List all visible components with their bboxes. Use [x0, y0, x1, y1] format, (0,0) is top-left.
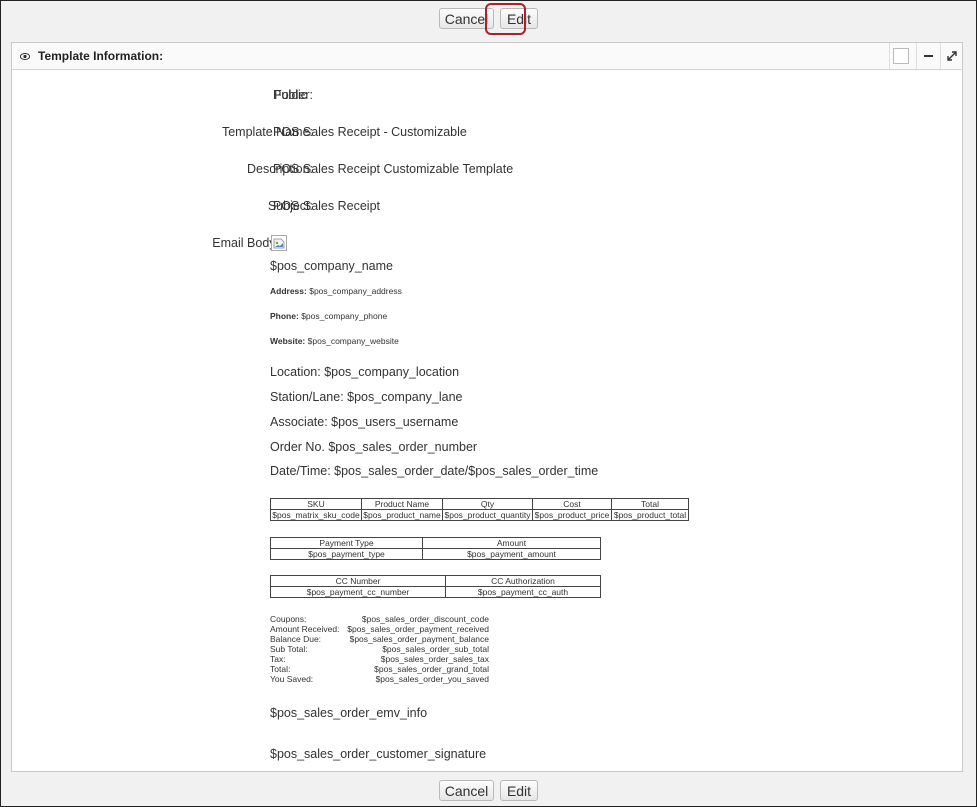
eye-icon[interactable]	[20, 52, 30, 60]
totals-label: Total:	[270, 664, 291, 674]
totals-value: $pos_sales_order_discount_code	[361, 614, 489, 624]
totals-value: $pos_sales_order_payment_balance	[349, 634, 489, 644]
website-label: Website:	[270, 336, 306, 346]
broken-image-icon	[271, 235, 287, 251]
phone-label: Phone:	[270, 311, 299, 321]
list-item: Balance Due: $pos_sales_order_payment_bal…	[270, 634, 489, 644]
order-no-line: Order No. $pos_sales_order_number	[270, 440, 478, 454]
address-label: Address:	[270, 286, 307, 296]
table-row: $pos_payment_cc_number $pos_payment_cc_a…	[270, 586, 601, 598]
minus-icon[interactable]	[916, 43, 939, 69]
cancel-button[interactable]: Cancel	[439, 780, 494, 801]
totals-label: Amount Received:	[270, 624, 340, 634]
items-header-cell: Total	[611, 498, 689, 510]
cc-header-cell: CC Authorization	[445, 575, 601, 587]
payment-table: Payment Type Amount $pos_payment_type $p…	[270, 537, 601, 560]
address-value: $pos_company_address	[309, 286, 402, 296]
items-cell: $pos_matrix_sku_code	[270, 509, 362, 521]
totals-value: $pos_sales_order_payment_received	[347, 624, 489, 634]
address-line: Address: $pos_company_address	[270, 286, 402, 296]
template-info-panel: Template Information: Folder: Public Tem…	[11, 42, 963, 772]
folder-value: Public	[273, 88, 308, 102]
list-item: Amount Received: $pos_sales_order_payment…	[270, 624, 489, 634]
items-cell: $pos_product_quantity	[442, 509, 533, 521]
square-icon[interactable]	[889, 43, 912, 69]
list-item: Coupons: $pos_sales_order_discount_code	[270, 614, 489, 624]
totals-label: Coupons:	[270, 614, 307, 624]
totals-value: $pos_sales_order_grand_total	[374, 664, 489, 674]
edit-button[interactable]: Edit	[500, 8, 538, 29]
company-name: $pos_company_name	[270, 259, 393, 273]
totals-value: $pos_sales_order_sales_tax	[380, 654, 489, 664]
items-header-cell: Cost	[532, 498, 612, 510]
totals-block: Coupons: $pos_sales_order_discount_code A…	[270, 614, 489, 684]
subject-value: POS Sales Receipt	[273, 199, 380, 213]
list-item: Sub Total: $pos_sales_order_sub_total	[270, 644, 489, 654]
location-line: Location: $pos_company_location	[270, 365, 460, 379]
items-header-cell: Product Name	[361, 498, 443, 510]
associate-line: Associate: $pos_users_username	[270, 415, 459, 429]
customer-signature-line: $pos_sales_order_customer_signature	[270, 747, 487, 761]
list-item: Total: $pos_sales_order_grand_total	[270, 664, 489, 674]
totals-value: $pos_sales_order_you_saved	[375, 674, 489, 684]
totals-value: $pos_sales_order_sub_total	[382, 644, 489, 654]
description-value: POS Sales Receipt Customizable Template	[273, 162, 514, 176]
phone-line: Phone: $pos_company_phone	[270, 311, 387, 321]
totals-label: Sub Total:	[270, 644, 308, 654]
station-line: Station/Lane: $pos_company_lane	[270, 390, 463, 404]
website-value: $pos_company_website	[307, 336, 399, 346]
items-cell: $pos_product_price	[532, 509, 612, 521]
list-item: You Saved: $pos_sales_order_you_saved	[270, 674, 489, 684]
items-header-cell: Qty	[442, 498, 533, 510]
items-cell: $pos_product_name	[361, 509, 443, 521]
payment-header-cell: Amount	[422, 537, 601, 549]
panel-title: Template Information:	[38, 49, 164, 63]
items-cell: $pos_product_total	[611, 509, 689, 521]
template-name-value: POS Sales Receipt - Customizable	[273, 125, 467, 139]
email-body-label: Email Body:	[212, 236, 279, 250]
cc-header-cell: CC Number	[270, 575, 446, 587]
panel-header: Template Information:	[12, 43, 962, 70]
totals-label: You Saved:	[270, 674, 314, 684]
items-header-row: SKU Product Name Qty Cost Total	[270, 498, 689, 510]
totals-label: Tax:	[270, 654, 286, 664]
payment-header-row: Payment Type Amount	[270, 537, 601, 549]
payment-cell: $pos_payment_amount	[422, 548, 601, 560]
emv-info-line: $pos_sales_order_emv_info	[270, 706, 428, 720]
bottom-button-bar: Cancel Edit	[0, 780, 977, 801]
cancel-button[interactable]: Cancel	[439, 8, 494, 29]
items-table: SKU Product Name Qty Cost Total $pos_mat…	[270, 498, 689, 521]
payment-cell: $pos_payment_type	[270, 548, 423, 560]
top-button-bar: Cancel Edit	[0, 8, 977, 29]
website-line: Website: $pos_company_website	[270, 336, 399, 346]
edit-button[interactable]: Edit	[500, 780, 538, 801]
cc-header-row: CC Number CC Authorization	[270, 575, 601, 587]
cc-table: CC Number CC Authorization $pos_payment_…	[270, 575, 601, 598]
payment-header-cell: Payment Type	[270, 537, 423, 549]
list-item: Tax: $pos_sales_order_sales_tax	[270, 654, 489, 664]
table-row: $pos_payment_type $pos_payment_amount	[270, 548, 601, 560]
totals-label: Balance Due:	[270, 634, 322, 644]
expand-icon[interactable]	[940, 43, 962, 69]
table-row: $pos_matrix_sku_code $pos_product_name $…	[270, 509, 689, 521]
cc-cell: $pos_payment_cc_auth	[445, 586, 601, 598]
datetime-line: Date/Time: $pos_sales_order_date/$pos_sa…	[270, 464, 599, 478]
cc-cell: $pos_payment_cc_number	[270, 586, 446, 598]
phone-value: $pos_company_phone	[301, 311, 388, 321]
items-header-cell: SKU	[270, 498, 362, 510]
